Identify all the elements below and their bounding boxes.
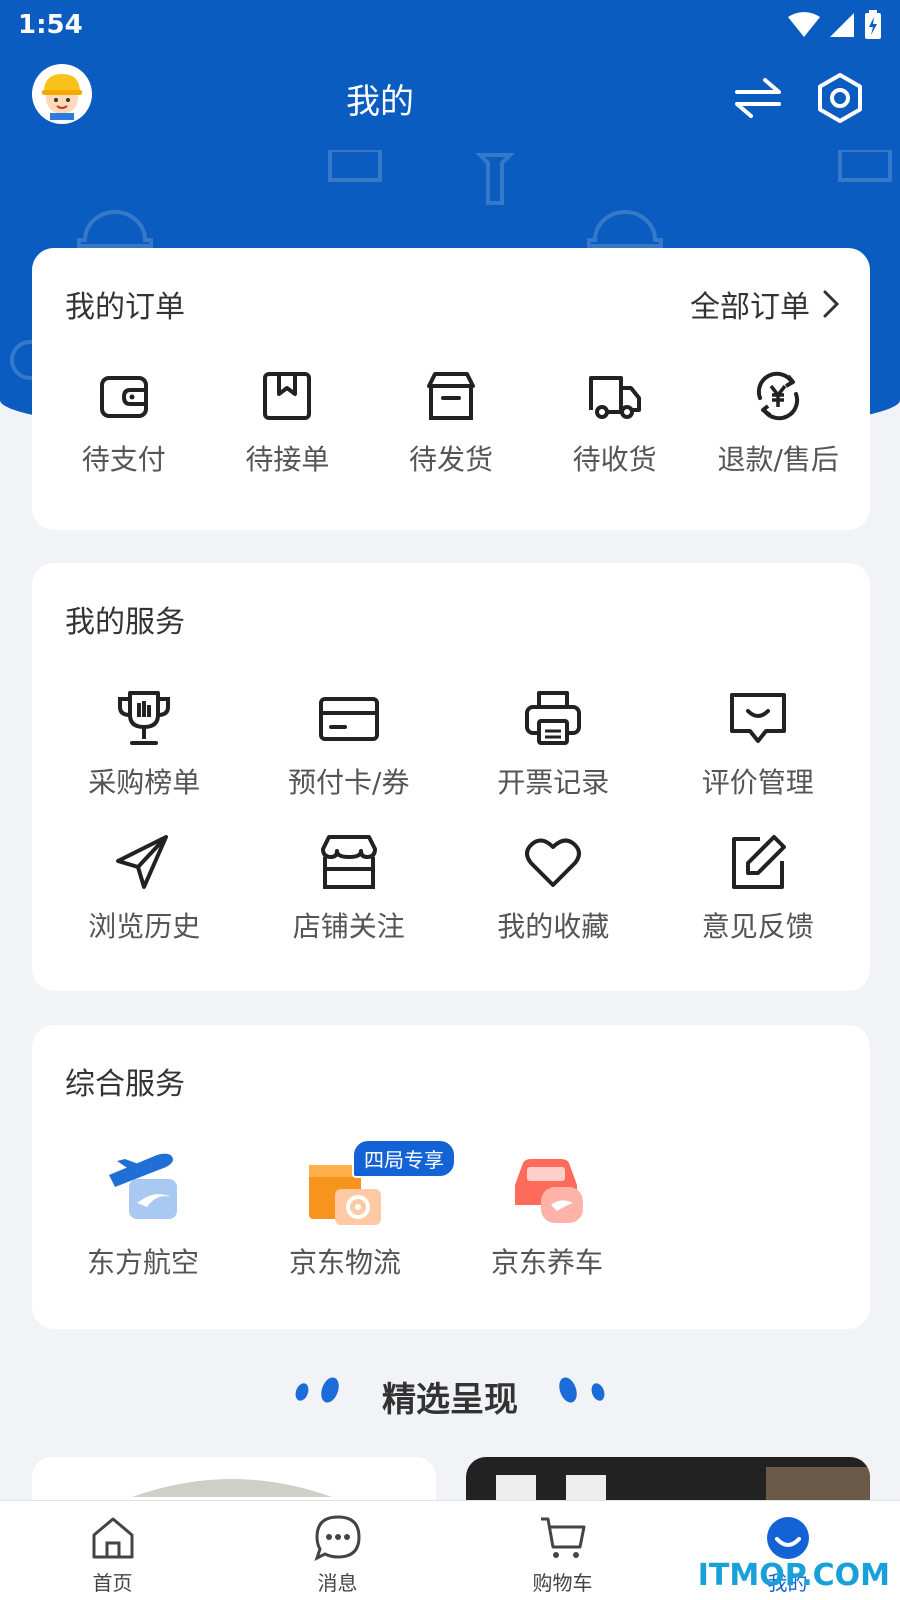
service-store-follow[interactable]: 店铺关注 bbox=[247, 831, 452, 945]
order-pending-receive[interactable]: 待收货 bbox=[533, 368, 697, 478]
edit-icon bbox=[731, 835, 786, 889]
paper-plane-icon bbox=[116, 835, 169, 889]
airline-icon bbox=[109, 1153, 177, 1219]
truck-icon bbox=[588, 376, 641, 419]
service-item-label: 预付卡/券 bbox=[288, 766, 410, 799]
card-icon bbox=[318, 697, 379, 741]
service-item-label: 采购榜单 bbox=[88, 766, 201, 799]
watermark: ITMOP.COM bbox=[697, 1558, 890, 1593]
exclusive-badge: 四局专享 bbox=[352, 1139, 456, 1178]
store-icon bbox=[320, 835, 377, 889]
services-card: 我的服务 采购榜单 预付卡/券 开票记录 评价管理 浏览历史 店铺关注 我的收藏… bbox=[32, 563, 870, 991]
home-icon bbox=[92, 1517, 133, 1559]
general-item-label: 京东养车 bbox=[490, 1246, 603, 1279]
tab-label: 首页 bbox=[92, 1571, 133, 1595]
refund-yen-icon bbox=[757, 371, 800, 421]
chevron-right-icon bbox=[823, 290, 840, 318]
switch-arrows-icon bbox=[735, 78, 781, 118]
car-care-icon bbox=[515, 1159, 583, 1223]
featured-title: 精选呈现 bbox=[382, 1380, 518, 1420]
switch-button[interactable] bbox=[730, 70, 786, 126]
status-time: 1:54 bbox=[18, 10, 83, 40]
orders-card: 我的订单 全部订单 待支付 待接单 待发货 待收货 退款/售后 bbox=[32, 248, 870, 530]
order-item-label: 待发货 bbox=[408, 443, 493, 476]
heart-icon bbox=[525, 838, 582, 887]
tab-home[interactable]: 首页 bbox=[0, 1501, 225, 1600]
general-services-row: 东方航空 四局专享 京东物流 京东养车 bbox=[42, 1139, 648, 1281]
service-jd-car-care[interactable]: 京东养车 bbox=[446, 1145, 648, 1281]
order-pending-payment[interactable]: 待支付 bbox=[42, 368, 206, 478]
wallet-icon bbox=[99, 376, 148, 418]
service-feedback[interactable]: 意见反馈 bbox=[656, 831, 861, 945]
service-item-label: 评价管理 bbox=[701, 766, 814, 799]
signal-icon bbox=[830, 13, 854, 37]
tab-cart[interactable]: 购物车 bbox=[450, 1501, 675, 1600]
service-review-manage[interactable]: 评价管理 bbox=[656, 687, 861, 801]
tab-label: 购物车 bbox=[532, 1571, 593, 1595]
orders-title: 我的订单 bbox=[65, 290, 185, 325]
service-item-label: 我的收藏 bbox=[497, 910, 610, 943]
service-jd-logistics[interactable]: 四局专享 京东物流 bbox=[244, 1139, 456, 1281]
order-pending-accept[interactable]: 待接单 bbox=[206, 368, 370, 478]
service-my-favorites[interactable]: 我的收藏 bbox=[451, 831, 656, 945]
status-icons bbox=[788, 10, 882, 40]
general-services-card: 综合服务 东方航空 四局专享 京东物流 京东养车 bbox=[32, 1025, 870, 1329]
services-grid: 采购榜单 预付卡/券 开票记录 评价管理 浏览历史 店铺关注 我的收藏 意见反馈 bbox=[42, 687, 860, 945]
general-title: 综合服务 bbox=[65, 1067, 185, 1102]
wifi-icon bbox=[788, 12, 820, 37]
order-item-label: 待接单 bbox=[245, 443, 330, 476]
profile-smile-icon bbox=[766, 1517, 809, 1559]
battery-charging-icon bbox=[865, 10, 881, 39]
bookmark-box-icon bbox=[263, 372, 312, 420]
general-item-label: 东方航空 bbox=[86, 1246, 199, 1279]
page-title: 我的 bbox=[346, 82, 414, 122]
service-item-label: 浏览历史 bbox=[88, 910, 201, 943]
package-icon bbox=[426, 372, 475, 420]
status-bar: 1:54 bbox=[0, 0, 900, 50]
header: 我的 bbox=[0, 58, 900, 138]
tab-label: 消息 bbox=[317, 1571, 358, 1595]
service-item-label: 店铺关注 bbox=[292, 910, 405, 943]
printer-icon bbox=[525, 691, 582, 745]
order-status-row: 待支付 待接单 待发货 待收货 退款/售后 bbox=[42, 368, 860, 478]
services-title: 我的服务 bbox=[65, 605, 185, 640]
trophy-icon bbox=[118, 691, 171, 745]
tab-messages[interactable]: 消息 bbox=[225, 1501, 450, 1600]
all-orders-link[interactable]: 全部订单 bbox=[690, 282, 840, 326]
cart-icon bbox=[540, 1517, 585, 1558]
order-item-label: 待支付 bbox=[81, 443, 166, 476]
service-ranking[interactable]: 采购榜单 bbox=[42, 687, 247, 801]
service-invoice-record[interactable]: 开票记录 bbox=[451, 687, 656, 801]
service-browse-history[interactable]: 浏览历史 bbox=[42, 831, 247, 945]
settings-button[interactable] bbox=[812, 70, 868, 126]
all-orders-label: 全部订单 bbox=[690, 290, 810, 325]
general-item-label: 京东物流 bbox=[288, 1246, 401, 1279]
chat-icon bbox=[313, 1515, 361, 1561]
service-item-label: 开票记录 bbox=[497, 766, 610, 799]
order-item-label: 待收货 bbox=[572, 443, 657, 476]
message-smile-icon bbox=[729, 693, 786, 743]
service-prepaid-card[interactable]: 预付卡/券 bbox=[247, 687, 452, 801]
gear-icon bbox=[818, 73, 862, 123]
order-refund[interactable]: 退款/售后 bbox=[696, 368, 860, 478]
order-pending-ship[interactable]: 待发货 bbox=[369, 368, 533, 478]
order-item-label: 退款/售后 bbox=[717, 443, 839, 476]
service-item-label: 意见反馈 bbox=[701, 910, 814, 943]
service-china-eastern[interactable]: 东方航空 bbox=[42, 1145, 244, 1281]
